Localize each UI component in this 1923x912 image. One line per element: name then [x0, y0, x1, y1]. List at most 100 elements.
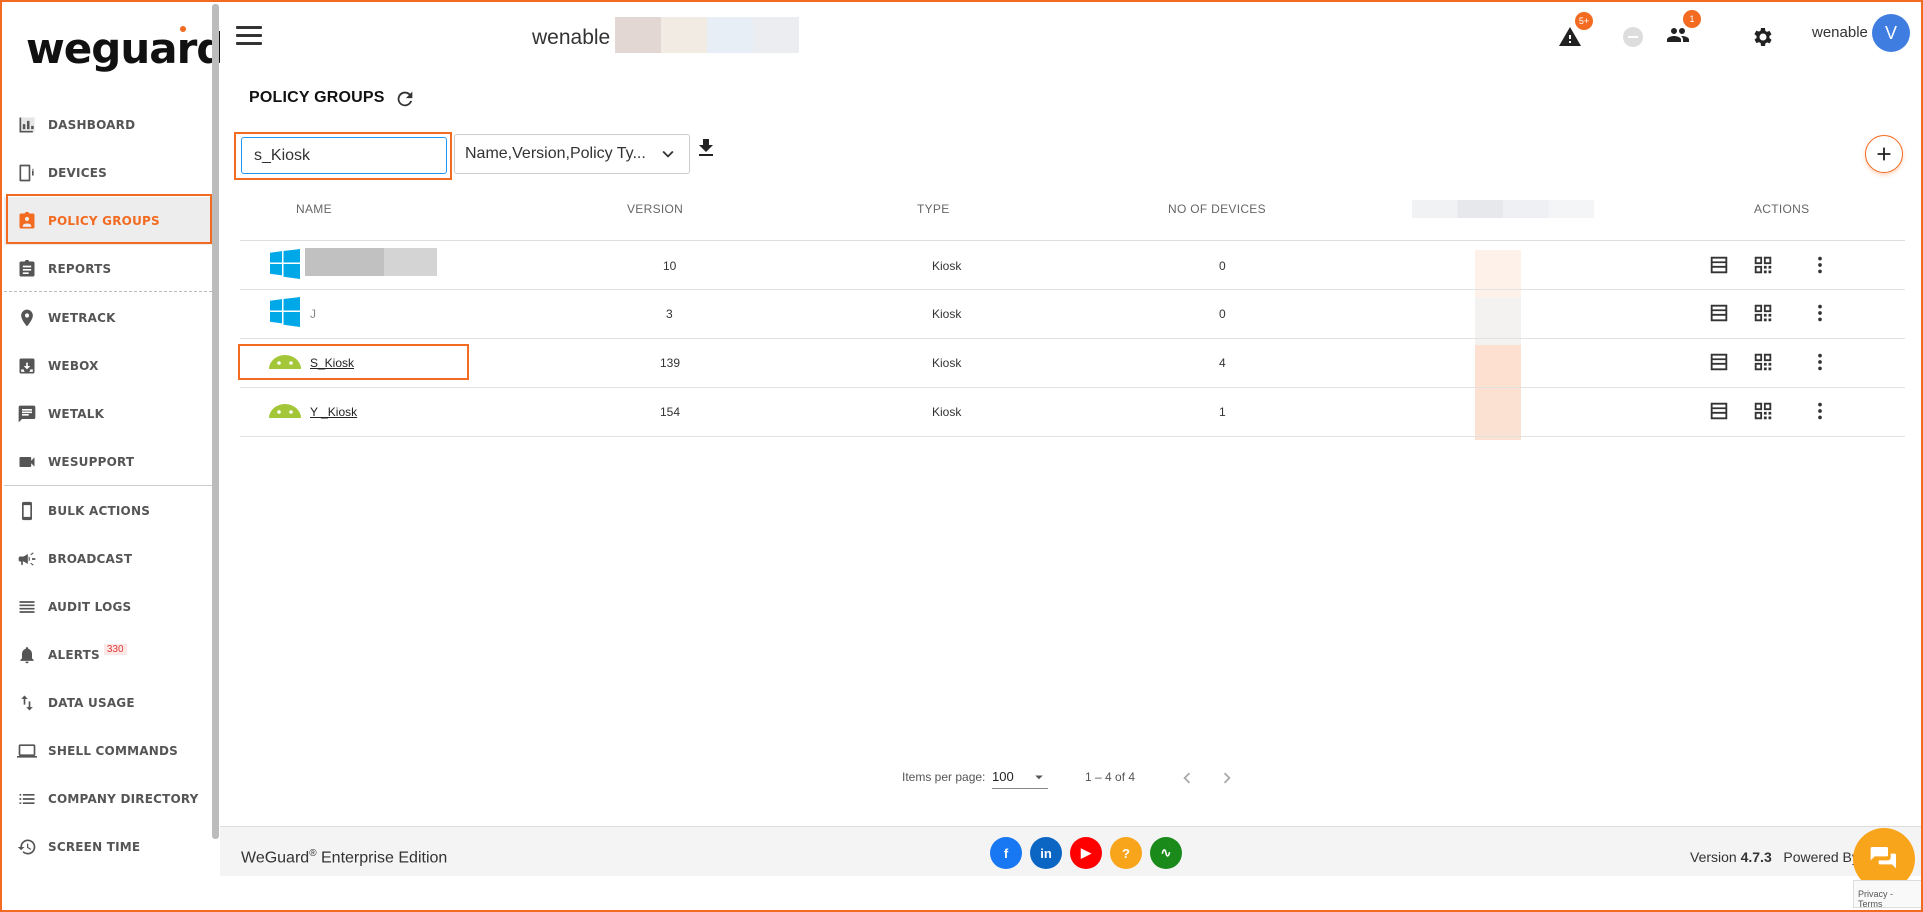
sidebar-item-bulk-actions[interactable]: BULK ACTIONS [4, 487, 212, 535]
previous-page-button[interactable] [1175, 766, 1199, 790]
linkedin-icon[interactable]: in [1030, 837, 1062, 869]
details-icon[interactable] [1706, 300, 1732, 326]
sidebar-item-shell-commands[interactable]: SHELL COMMANDS [4, 727, 212, 775]
sidebar-item-reports[interactable]: REPORTS [4, 245, 212, 293]
qr-code-icon[interactable] [1750, 300, 1776, 326]
version-cell: 154 [660, 405, 681, 419]
sidebar-item-webox[interactable]: WEBOX [4, 342, 212, 390]
facebook-icon[interactable]: f [990, 837, 1022, 869]
type-cell: Kiosk [932, 307, 962, 321]
search-field-select[interactable]: Name,Version,Policy Ty... [454, 134, 690, 174]
column-header-type[interactable]: TYPE [917, 202, 950, 216]
sidebar-item-label: WETRACK [48, 311, 116, 325]
type-cell: Kiosk [932, 356, 962, 370]
sidebar-item-company-directory[interactable]: COMPANY DIRECTORY [4, 775, 212, 823]
sidebar-divider [4, 485, 212, 486]
location-icon [16, 307, 38, 329]
pulse-icon[interactable]: ∿ [1150, 837, 1182, 869]
more-options-icon[interactable] [1807, 252, 1833, 278]
sidebar-item-label: WETALK [48, 407, 105, 421]
sidebar-item-label: COMPANY DIRECTORY [48, 792, 199, 806]
sidebar-item-label: SCREEN TIME [48, 840, 141, 854]
details-icon[interactable] [1706, 398, 1732, 424]
sidebar-item-label: REPORTS [48, 262, 112, 276]
sidebar-scrollbar[interactable] [212, 4, 219, 839]
add-policy-group-button[interactable] [1865, 135, 1903, 173]
help-icon[interactable]: ? [1110, 837, 1142, 869]
sidebar-item-broadcast[interactable]: BROADCAST [4, 535, 212, 583]
android-icon [267, 396, 303, 429]
qr-code-icon[interactable] [1750, 398, 1776, 424]
sidebar-item-wetalk[interactable]: WETALK [4, 390, 212, 438]
sidebar-item-devices[interactable]: DEVICES [4, 149, 212, 197]
devices-cell: 1 [1219, 405, 1226, 419]
gear-icon[interactable] [1747, 22, 1777, 52]
details-icon[interactable] [1706, 349, 1732, 375]
sidebar-item-data-usage[interactable]: DATA USAGE [4, 679, 212, 727]
qr-code-icon[interactable] [1750, 349, 1776, 375]
alerts-badge: 5+ [1575, 12, 1593, 30]
version-cell: 139 [660, 356, 681, 370]
policy-group-name-link[interactable]: Y _Kiosk [310, 405, 357, 419]
windows-icon [267, 294, 303, 335]
recaptcha-badge[interactable]: Privacy - Terms [1853, 880, 1921, 909]
download-icon[interactable] [694, 136, 718, 160]
sidebar-item-wetrack[interactable]: WETRACK [4, 294, 212, 342]
chat-icon [16, 403, 38, 425]
android-icon [267, 347, 303, 380]
chevron-right-icon [1223, 772, 1231, 784]
items-per-page-select[interactable]: 100 [992, 765, 1048, 789]
header-divider [240, 240, 1905, 241]
qr-code-icon[interactable] [1750, 252, 1776, 278]
policy-groups-highlight [6, 194, 212, 244]
windows-icon [267, 246, 303, 287]
people-icon[interactable]: 1 [1663, 10, 1701, 50]
type-cell: Kiosk [932, 405, 962, 419]
list-icon [16, 596, 38, 618]
next-page-button[interactable] [1215, 766, 1239, 790]
details-icon[interactable] [1706, 252, 1732, 278]
sidebar-item-label: SHELL COMMANDS [48, 744, 178, 758]
logo-dot [180, 26, 186, 32]
warning-icon[interactable]: 5+ [1555, 12, 1593, 52]
users-badge: 1 [1683, 10, 1701, 28]
menu-icon[interactable] [236, 26, 262, 48]
version-info: Version 4.7.3 Powered By [1690, 849, 1859, 865]
devices-icon [16, 162, 38, 184]
sidebar-item-wesupport[interactable]: WESUPPORT [4, 438, 212, 486]
column-header-name[interactable]: NAME [296, 202, 332, 216]
page-range: 1 – 4 of 4 [1085, 770, 1136, 784]
more-options-icon[interactable] [1807, 300, 1833, 326]
weguard-logo: weguard [26, 24, 226, 73]
avatar[interactable]: V [1872, 14, 1910, 52]
search-input[interactable] [241, 137, 447, 174]
megaphone-icon [16, 548, 38, 570]
sidebar-item-screen-time[interactable]: SCREEN TIME [4, 823, 212, 871]
search-field-value: Name,Version,Policy Ty... [465, 145, 646, 162]
sidebar-item-audit-logs[interactable]: AUDIT LOGS [4, 583, 212, 631]
policy-group-name-link[interactable]: S_Kiosk [310, 356, 354, 370]
column-header-devices[interactable]: NO OF DEVICES [1168, 202, 1266, 216]
more-options-icon[interactable] [1807, 398, 1833, 424]
sidebar: weguard DASHBOARD DEVICES POLICY GROUPS … [4, 4, 226, 876]
status-icon[interactable] [1623, 27, 1643, 47]
video-icon [16, 451, 38, 473]
chat-bubbles-icon [1870, 847, 1896, 869]
row-divider [240, 436, 1905, 437]
redacted-column-header [1412, 200, 1594, 218]
refresh-icon[interactable] [394, 88, 416, 110]
user-name: wenable [1812, 24, 1868, 41]
alerts-count-badge: 330 [103, 643, 127, 655]
footer: WeGuard® Enterprise Edition f in ▶ ? ∿ V… [220, 826, 1921, 876]
sidebar-item-dashboard[interactable]: DASHBOARD [4, 101, 212, 149]
more-options-icon[interactable] [1807, 349, 1833, 375]
sidebar-item-label: WEBOX [48, 359, 99, 373]
youtube-icon[interactable]: ▶ [1070, 837, 1102, 869]
sidebar-item-label: WESUPPORT [48, 455, 135, 469]
column-header-version[interactable]: VERSION [627, 202, 683, 216]
phone-icon [16, 500, 38, 522]
policy-group-name-link[interactable]: J [310, 307, 316, 321]
devices-cell: 0 [1219, 307, 1226, 321]
redacted-column-cells [1475, 250, 1521, 440]
sidebar-item-alerts[interactable]: ALERTS 330 [4, 631, 212, 679]
